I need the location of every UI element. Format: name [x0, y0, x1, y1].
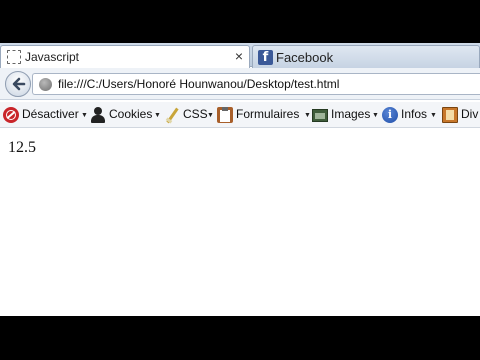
page-content: 12.5: [0, 129, 480, 316]
toolbar-cookies[interactable]: Cookies ▼: [90, 106, 161, 124]
toolbar-images[interactable]: Images ▼: [312, 106, 379, 124]
back-button[interactable]: [5, 71, 31, 97]
book-icon: [442, 107, 458, 123]
url-text: file:///C:/Users/Honoré Hounwanou/Deskto…: [58, 77, 340, 91]
toolbar-label: CSS: [183, 107, 208, 121]
navigation-bar: file:///C:/Users/Honoré Hounwanou/Deskto…: [0, 68, 480, 100]
toolbar-desactiver[interactable]: Désactiver ▼: [3, 106, 88, 124]
tab-javascript[interactable]: Javascript ×: [0, 45, 250, 68]
pencil-icon: [164, 107, 180, 124]
tab-facebook[interactable]: f Facebook: [252, 45, 480, 68]
toolbar-infos[interactable]: i Infos ▼: [382, 106, 438, 124]
dropdown-arrow-icon: ▼: [304, 112, 311, 119]
toolbar-css[interactable]: CSS ▼: [164, 106, 214, 124]
dropdown-arrow-icon: ▼: [207, 112, 214, 119]
toolbar-div[interactable]: Div: [442, 106, 480, 124]
dropdown-arrow-icon: ▼: [430, 112, 437, 119]
user-icon: [90, 107, 106, 123]
globe-icon: [39, 78, 52, 91]
toolbar-label: Désactiver: [22, 107, 79, 121]
toolbar-label: Cookies: [109, 107, 153, 121]
toolbar-label: Div: [461, 107, 479, 121]
toolbar-formulaires[interactable]: Formulaires ▼: [217, 106, 311, 124]
disable-icon: [3, 107, 19, 123]
image-icon: [312, 109, 328, 122]
dropdown-arrow-icon: ▼: [372, 112, 379, 119]
web-developer-toolbar: Désactiver ▼ Cookies ▼ CSS ▼ Formulaires…: [0, 102, 480, 128]
back-arrow-icon: [12, 77, 26, 91]
tab-strip: Javascript × f Facebook: [0, 43, 480, 68]
dropdown-arrow-icon: ▼: [81, 112, 88, 119]
toolbar-label: Infos: [401, 107, 428, 121]
address-bar[interactable]: file:///C:/Users/Honoré Hounwanou/Deskto…: [32, 73, 480, 95]
dropdown-arrow-icon: ▼: [154, 112, 161, 119]
page-output-text: 12.5: [8, 139, 36, 156]
toolbar-label: Images: [331, 107, 371, 121]
clipboard-icon: [217, 107, 233, 123]
tab-title: Javascript: [25, 50, 80, 64]
toolbar-label: Formulaires: [236, 107, 300, 121]
browser-window: Javascript × f Facebook file:///C:/Users…: [0, 43, 480, 316]
blank-page-icon: [7, 50, 21, 64]
facebook-icon: f: [258, 50, 273, 65]
close-tab-icon[interactable]: ×: [235, 48, 243, 64]
info-icon: i: [382, 107, 398, 123]
tab-title: Facebook: [276, 50, 334, 65]
